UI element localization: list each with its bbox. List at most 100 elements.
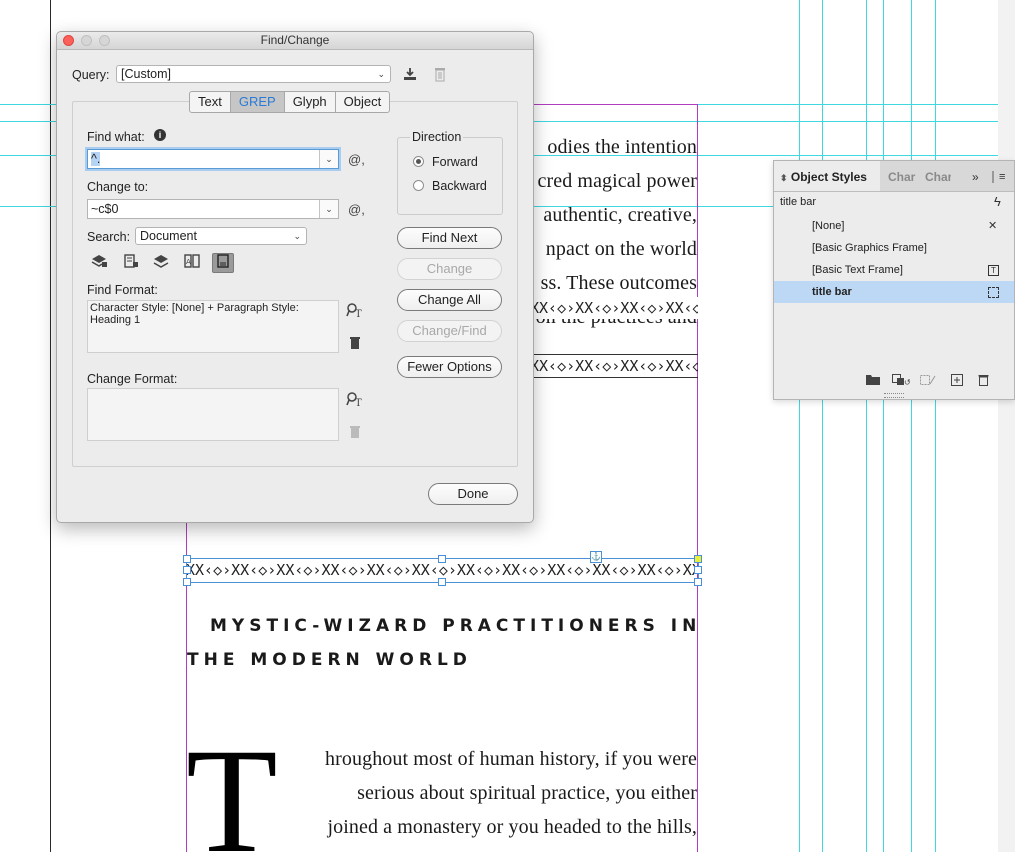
ruler-guide-v6[interactable] <box>935 0 936 852</box>
chevron-down-icon[interactable]: ⌄ <box>319 200 338 218</box>
selection-handle[interactable] <box>183 566 191 574</box>
canvas-scroll-strip <box>998 0 1015 852</box>
selection-handle[interactable] <box>694 566 702 574</box>
include-locked-stories-icon[interactable] <box>120 253 142 273</box>
chevron-down-icon: ⌄ <box>377 69 385 79</box>
margin-guide-right <box>697 104 698 852</box>
margin-guide-top <box>530 104 698 105</box>
special-characters-icon[interactable]: @, <box>348 203 365 217</box>
body-text-line: hroughout most of human history, if you … <box>325 748 697 770</box>
special-characters-icon[interactable]: @, <box>348 153 365 167</box>
list-item-basic-graphics-frame[interactable]: [Basic Graphics Frame] <box>774 237 1014 259</box>
chevron-down-icon: ⌄ <box>293 231 301 241</box>
find-next-button[interactable]: Find Next <box>397 227 502 249</box>
change-button[interactable]: Change <box>397 258 502 280</box>
selection-handle[interactable] <box>438 578 446 586</box>
object-styles-panel[interactable]: ⬍ Object Styles Char Char » ≡ title bar … <box>773 160 1015 400</box>
selection-handle[interactable] <box>694 578 702 586</box>
heading-line-1: MYSTIC-WIZARD PRACTITIONERS IN <box>210 616 702 636</box>
clear-change-format-icon[interactable] <box>349 425 361 442</box>
direction-label: Direction <box>410 130 464 144</box>
dialog-title: Find/Change <box>260 33 330 47</box>
list-item-basic-text-frame[interactable]: [Basic Text Frame] T <box>774 259 1014 281</box>
search-mode-tabs: Text GREP Glyph Object <box>189 91 391 113</box>
fewer-options-button[interactable]: Fewer Options <box>397 356 502 378</box>
delete-style-icon[interactable] <box>978 374 989 389</box>
chevron-down-icon[interactable]: ⌄ <box>319 150 338 168</box>
panel-menu-icon[interactable]: ≡ <box>999 161 1011 191</box>
change-all-button[interactable]: Change All <box>397 289 502 311</box>
ruler-guide-v3[interactable] <box>866 0 867 852</box>
tab-grep[interactable]: GREP <box>230 92 285 112</box>
list-item-label: title bar <box>812 286 852 298</box>
include-hidden-layers-icon[interactable] <box>150 253 172 273</box>
find-format-label: Find Format: <box>87 283 158 297</box>
info-icon[interactable]: i <box>154 129 166 141</box>
default-text-frame-icon: T <box>988 265 999 276</box>
dialog-titlebar[interactable]: Find/Change <box>57 32 533 50</box>
change-format-box[interactable] <box>87 388 339 441</box>
list-item-label: [None] <box>812 220 845 232</box>
save-query-icon[interactable] <box>402 67 418 84</box>
find-change-dialog[interactable]: Find/Change Query: [Custom] ⌄ Text GREP … <box>56 31 534 523</box>
search-scope-value: Document <box>140 229 197 243</box>
backward-label[interactable]: Backward <box>432 179 487 193</box>
ruler-guide-v5[interactable] <box>911 0 912 852</box>
ruler-guide-v1[interactable] <box>799 0 800 852</box>
selection-handle[interactable] <box>438 555 446 563</box>
selection-handle[interactable] <box>183 555 191 563</box>
forward-label[interactable]: Forward <box>432 155 478 169</box>
list-item-label: [Basic Graphics Frame] <box>812 242 927 254</box>
expand-panels-icon[interactable]: » <box>972 161 986 191</box>
tab-text[interactable]: Text <box>190 92 231 112</box>
radio-forward[interactable] <box>413 156 424 167</box>
specify-change-format-icon[interactable]: T <box>346 391 364 410</box>
selection-handle[interactable] <box>183 578 191 586</box>
lightning-icon[interactable]: ϟ <box>994 194 1001 209</box>
tab-character[interactable]: Char <box>925 161 951 191</box>
change-find-button[interactable]: Change/Find <box>397 320 502 342</box>
page-edge <box>50 0 51 852</box>
anchor-icon[interactable]: ⚓ <box>590 551 602 563</box>
include-footnotes-icon[interactable] <box>212 253 234 273</box>
body-text-line: authentic, creative, <box>543 204 697 226</box>
ruler-guide-v2[interactable] <box>822 0 823 852</box>
tab-glyph[interactable]: Glyph <box>285 92 336 112</box>
panel-resize-grip[interactable] <box>884 393 904 398</box>
include-locked-layers-icon[interactable] <box>88 253 110 273</box>
radio-backward[interactable] <box>413 180 424 191</box>
body-text-line: odies the intention <box>547 136 697 158</box>
clear-find-format-icon[interactable] <box>349 336 361 353</box>
search-scope-select[interactable]: Document ⌄ <box>135 227 307 245</box>
clear-overrides-icon[interactable]: ↺ <box>892 374 911 389</box>
tab-character-styles[interactable]: Char <box>888 161 916 191</box>
title-bar-ornament[interactable]: XX‹◇›XX‹◇›XX‹◇›XX‹◇›XX‹◇›XX‹◇›XX‹◇›XX‹◇›… <box>530 297 698 319</box>
find-what-label: Find what: <box>87 130 145 144</box>
folder-icon[interactable] <box>866 374 880 388</box>
list-item-none[interactable]: [None] ✕ <box>774 215 1014 237</box>
find-what-value: ^. <box>91 152 101 166</box>
change-to-input[interactable]: ~c$0 ⌄ <box>87 199 339 219</box>
tab-object-styles[interactable]: ⬍ Object Styles <box>774 161 880 191</box>
ruler-guide-v4[interactable] <box>883 0 884 852</box>
new-style-icon[interactable] <box>951 374 963 389</box>
clear-non-defined-attributes-icon[interactable] <box>920 374 936 389</box>
include-master-pages-icon[interactable]: A <box>181 253 203 273</box>
specify-find-format-icon[interactable]: T <box>346 302 364 321</box>
selection-handle[interactable] <box>694 555 702 563</box>
tab-object[interactable]: Object <box>336 92 390 112</box>
svg-text:↺: ↺ <box>904 378 910 386</box>
list-item-title-bar[interactable]: title bar <box>774 281 1014 303</box>
svg-text:T: T <box>355 309 362 318</box>
default-graphic-frame-icon <box>988 287 999 298</box>
body-text-line: joined a monastery or you headed to the … <box>327 816 697 838</box>
heading-line-2: THE MODERN WORLD <box>187 650 472 670</box>
query-select[interactable]: [Custom] ⌄ <box>116 65 391 83</box>
find-format-box[interactable]: Character Style: [None] + Paragraph Styl… <box>87 300 339 353</box>
title-bar-ornament[interactable]: XX‹◇›XX‹◇›XX‹◇›XX‹◇›XX‹◇›XX‹◇›XX‹◇›XX‹◇›… <box>530 354 698 378</box>
delete-query-icon[interactable] <box>434 67 446 85</box>
direction-group <box>397 137 503 215</box>
updown-arrow-icon: ⬍ <box>780 173 788 183</box>
find-what-input[interactable]: ^. ⌄ <box>87 149 339 169</box>
done-button[interactable]: Done <box>428 483 518 505</box>
